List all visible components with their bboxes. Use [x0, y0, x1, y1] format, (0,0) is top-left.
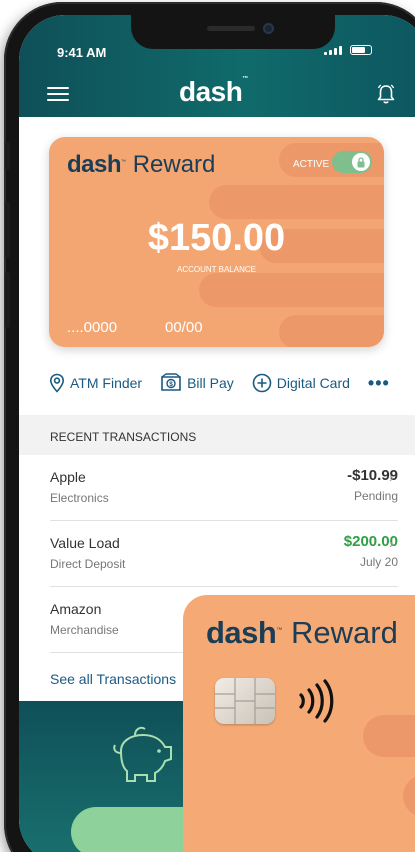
- more-icon[interactable]: •••: [368, 373, 390, 394]
- battery-icon: [350, 45, 372, 55]
- piggy-bank-icon: [113, 726, 172, 782]
- speaker: [207, 26, 255, 31]
- status-icons: [324, 45, 372, 55]
- volume-down-button: [5, 272, 10, 328]
- svg-text:$: $: [169, 381, 173, 388]
- lock-icon: [352, 153, 370, 171]
- account-balance: $150.00: [147, 217, 286, 259]
- mute-switch: [5, 142, 10, 170]
- card-expiry: 00/00: [165, 319, 203, 336]
- hamburger-menu-icon[interactable]: [47, 87, 69, 101]
- signal-icon: [324, 45, 342, 55]
- plus-circle-icon: [252, 373, 272, 393]
- physical-card: dash™ Reward: [183, 595, 415, 852]
- card-brand: dash™ Reward: [67, 151, 216, 178]
- account-balance-label: ACCOUNT BALANCE: [177, 265, 256, 274]
- location-pin-icon: [49, 373, 65, 393]
- transaction-status: Pending: [353, 489, 398, 503]
- transaction-merchant: Amazon: [50, 601, 102, 617]
- card-number: ....0000: [67, 319, 118, 336]
- digital-card-button[interactable]: Digital Card: [252, 373, 350, 393]
- bill-pay-icon: $: [161, 373, 181, 391]
- transaction-merchant: Apple: [50, 469, 86, 485]
- status-time: 9:41 AM: [57, 45, 107, 60]
- app-logo: dash™: [179, 76, 248, 107]
- transaction-merchant: Value Load: [50, 535, 120, 551]
- bell-icon[interactable]: [376, 83, 396, 105]
- atm-finder-label: ATM Finder: [70, 375, 143, 391]
- atm-finder-button[interactable]: ATM Finder: [49, 373, 142, 393]
- recent-transactions-heading: RECENT TRANSACTIONS: [19, 415, 415, 455]
- physical-card-brand: dash™ Reward: [206, 615, 398, 650]
- notch: [131, 15, 335, 49]
- card-status-label: ACTIVE: [293, 159, 330, 170]
- transaction-date: July 20: [359, 555, 398, 569]
- scene: 9:41 AM dash™ dash™ Reward ACTIVE $150.0…: [0, 0, 415, 852]
- bill-pay-button[interactable]: $ Bill Pay: [160, 373, 234, 393]
- transaction-category: Electronics: [50, 491, 109, 505]
- chevron-right-icon[interactable]: ›: [389, 535, 401, 551]
- contactless-icon: [299, 679, 334, 723]
- transaction-category: Direct Deposit: [50, 557, 126, 571]
- volume-up-button: [5, 202, 10, 258]
- transaction-row-value-load[interactable]: Value Load Direct Deposit $200.00 July 2…: [50, 521, 398, 587]
- digital-card-label: Digital Card: [276, 375, 350, 391]
- transaction-category: Merchandise: [50, 623, 119, 637]
- chevron-right-icon[interactable]: ›: [389, 469, 401, 485]
- bill-pay-label: Bill Pay: [187, 375, 234, 391]
- transaction-row-apple[interactable]: Apple Electronics -$10.99 Pending: [50, 455, 398, 521]
- card-active-toggle[interactable]: [332, 151, 372, 173]
- emv-chip-icon: [215, 678, 275, 724]
- front-camera: [263, 23, 274, 34]
- quick-actions: ATM Finder $ Bill Pay Digital Card •••: [49, 370, 415, 396]
- balance-card[interactable]: dash™ Reward ACTIVE $150.00 ACCOUNT BALA…: [49, 137, 384, 347]
- see-all-transactions-link[interactable]: See all Transactions: [50, 671, 176, 687]
